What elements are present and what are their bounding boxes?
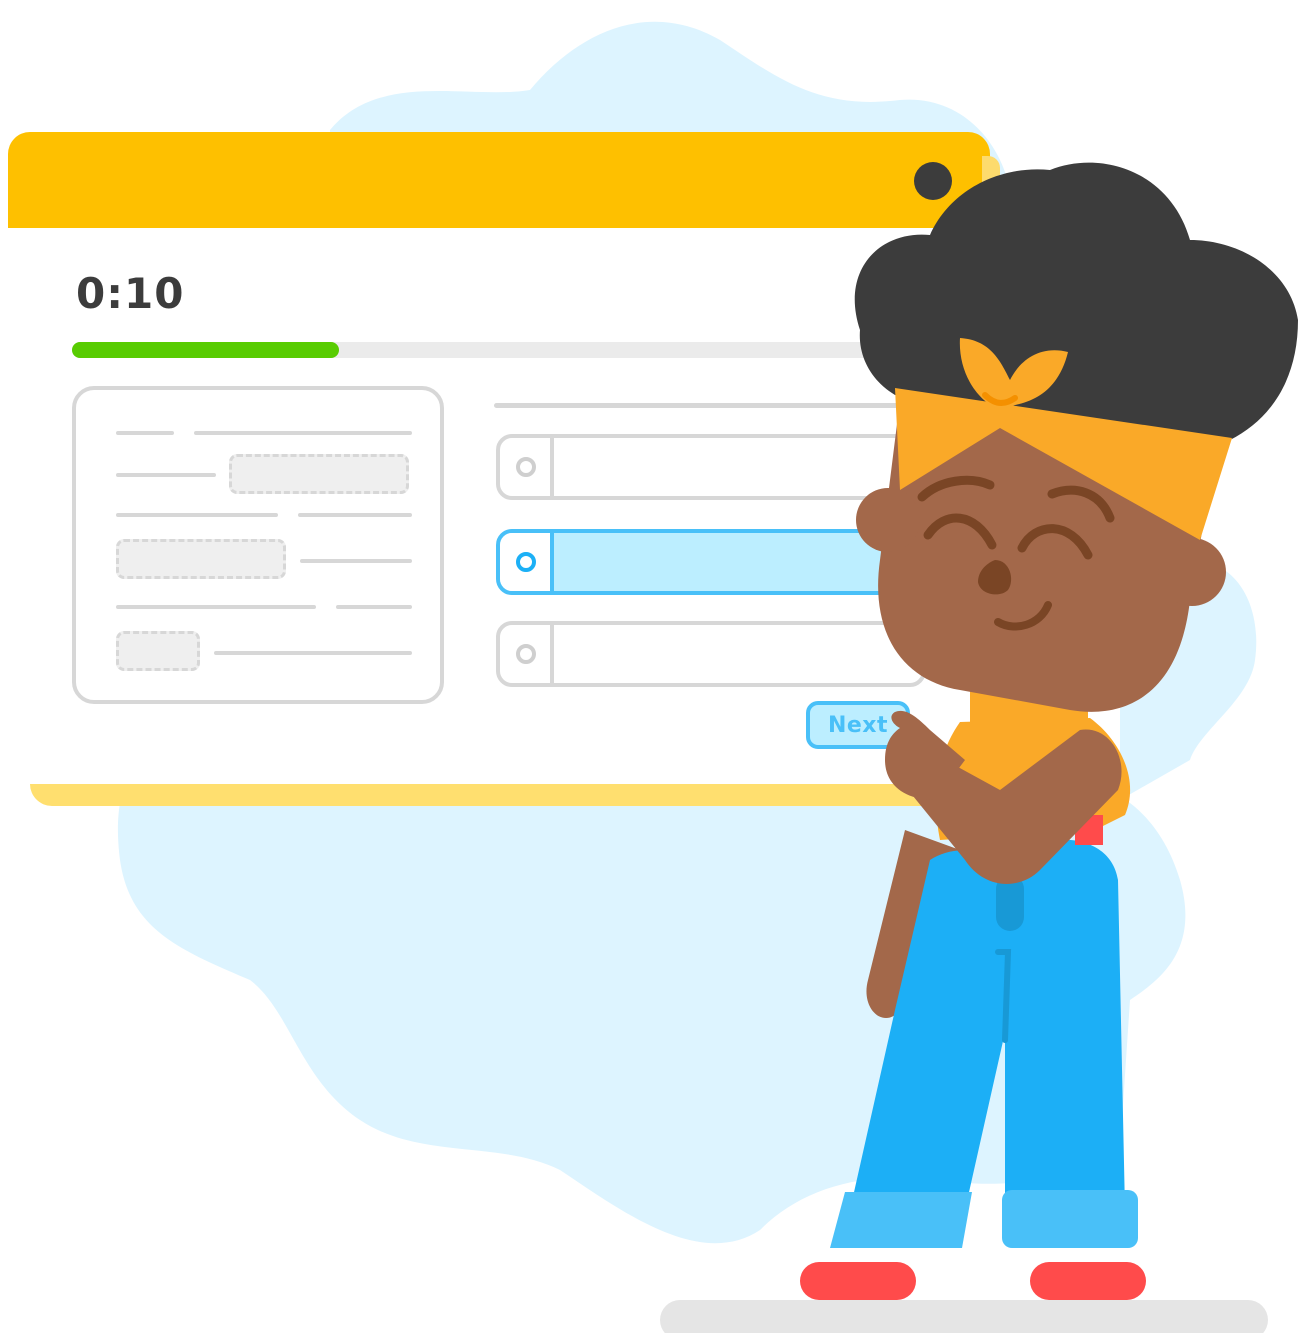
character-right-cuff [1002, 1190, 1138, 1248]
character-left-ear [856, 488, 920, 552]
character-right-shoe [1030, 1262, 1146, 1300]
character-right-ear [1158, 538, 1226, 606]
character-illustration [660, 162, 1298, 1333]
character-left-leg [850, 850, 1010, 1210]
character-left-shoe [800, 1262, 916, 1300]
ground-shadow [660, 1300, 1268, 1333]
character-left-cuff [830, 1192, 972, 1248]
